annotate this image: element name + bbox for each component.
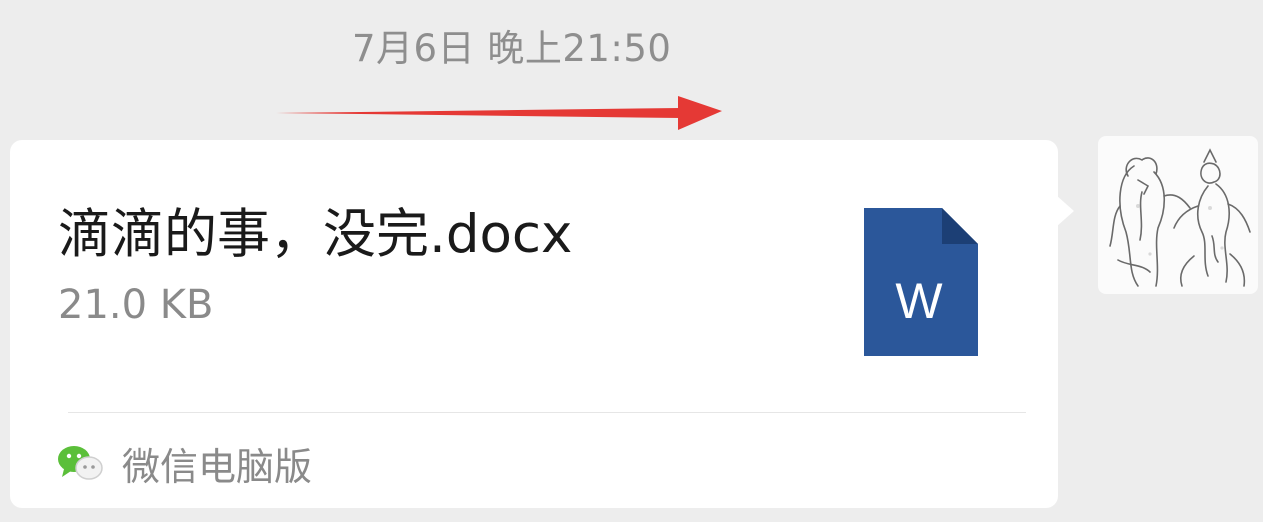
avatar-icon	[1109, 148, 1251, 287]
wechat-icon	[58, 446, 103, 480]
bubble-divider	[68, 412, 1026, 413]
word-document-icon: W	[864, 208, 978, 356]
file-size: 21.0 KB	[58, 282, 214, 328]
file-name: 滴滴的事，没完.docx	[58, 204, 573, 265]
file-message-bubble[interactable]: 滴滴的事，没完.docx 21.0 KB W 微信电脑版	[10, 140, 1058, 508]
message-source: 微信电脑版	[56, 436, 312, 490]
red-arrow-annotation	[276, 96, 722, 130]
source-label: 微信电脑版	[122, 444, 313, 489]
bubble-tail	[1056, 195, 1074, 227]
message-timestamp: 7月6日 晚上21:50	[352, 27, 672, 70]
avatar[interactable]	[1098, 136, 1258, 294]
svg-text:W: W	[895, 273, 943, 329]
